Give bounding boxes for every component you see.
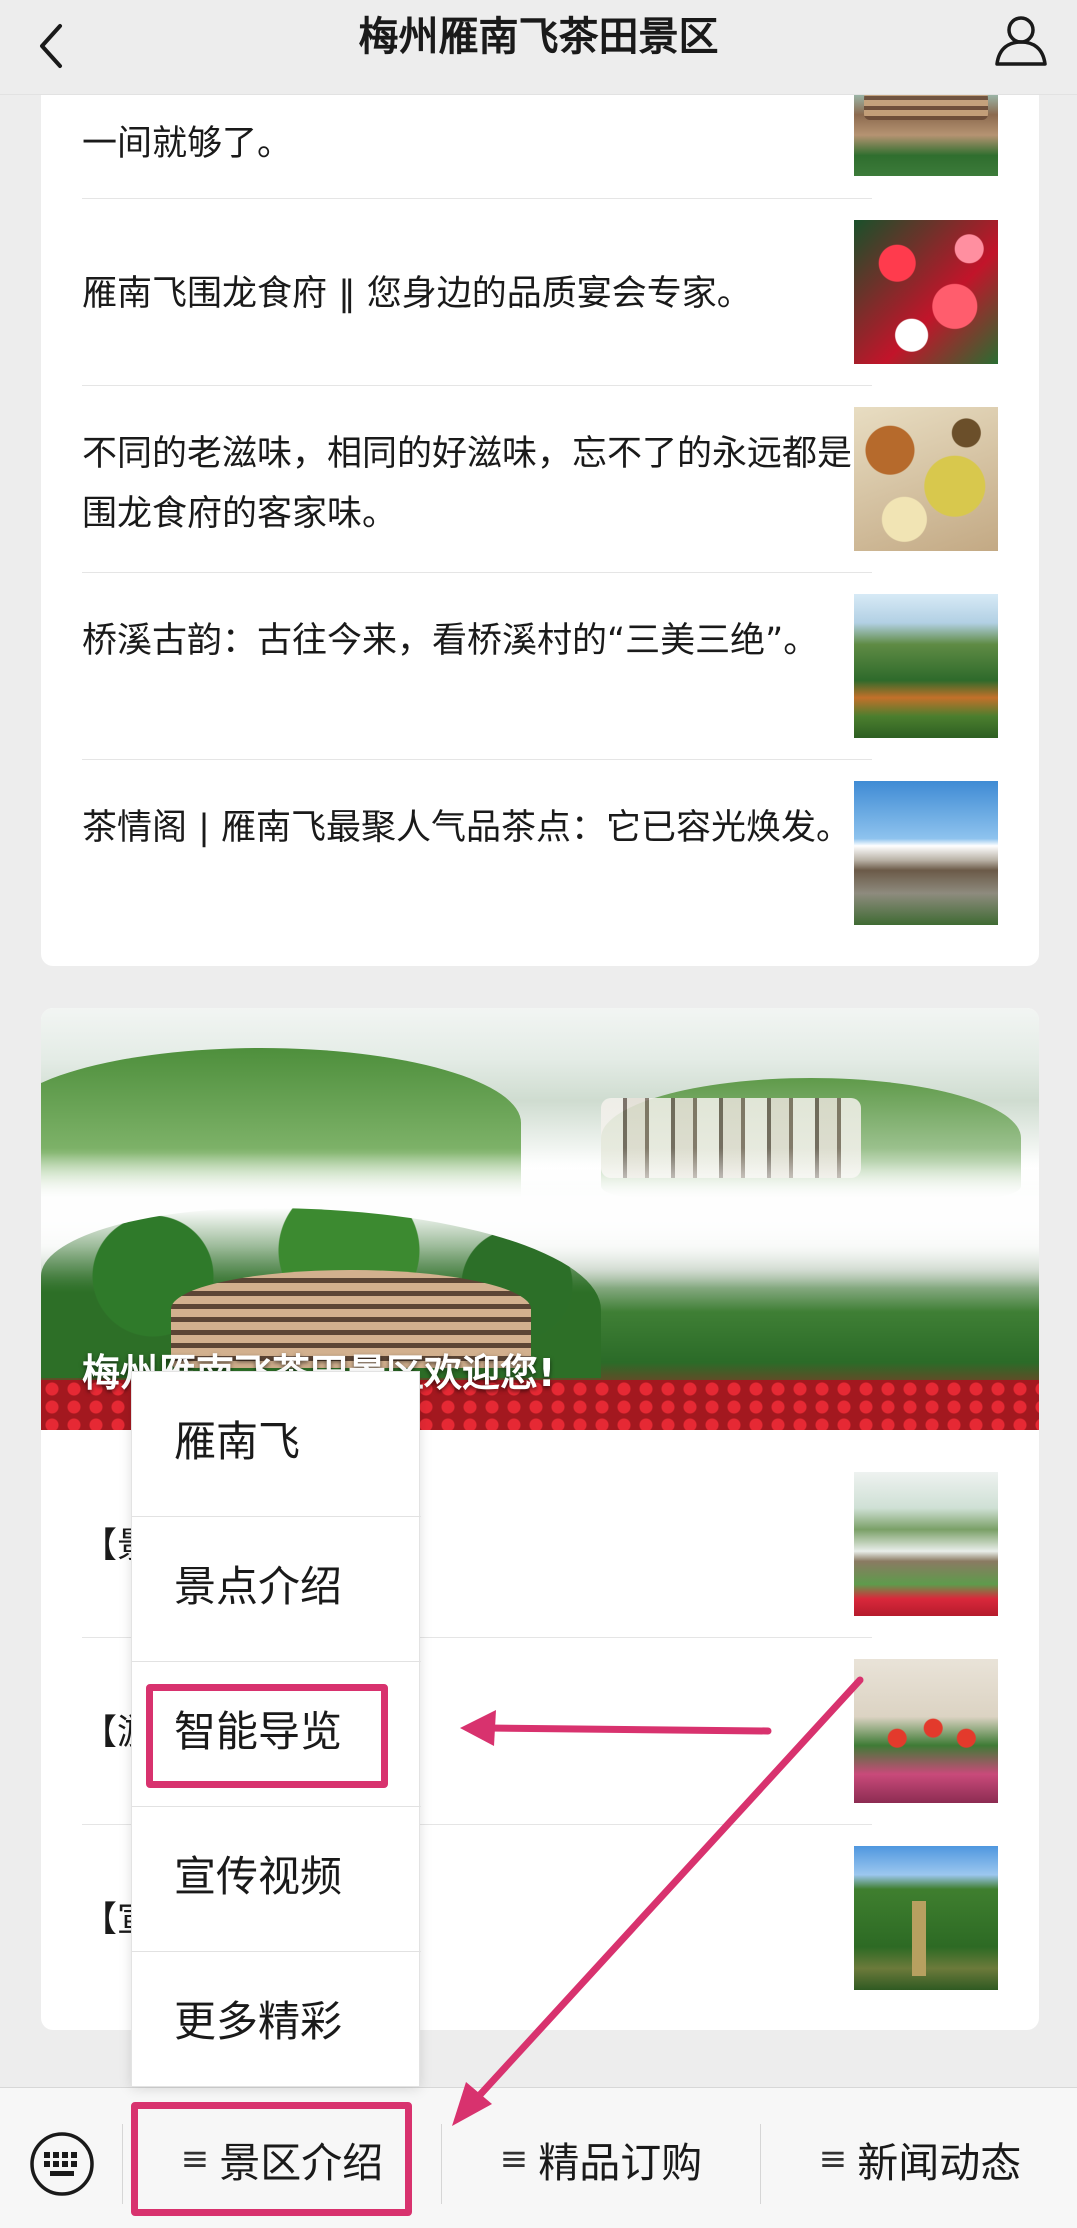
article-thumbnail — [854, 1846, 998, 1990]
banner-image[interactable]: 梅州雁南飞茶田景区欢迎您! — [41, 1008, 1039, 1430]
menu-tab-label: 新闻动态 — [857, 2138, 1022, 2187]
submenu-item-attractions[interactable]: 景点介绍 — [132, 1517, 421, 1662]
navbar: 梅州雁南飞茶田景区 — [0, 0, 1077, 95]
menu-tab-scenic-intro[interactable]: ≡ 景区介绍 — [123, 2088, 441, 2228]
article-title: 雁南飞围龙食府 ‖ 您身边的品质宴会专家。 — [82, 274, 752, 314]
bottom-menu-bar: ≡ 景区介绍 ≡ 精品订购 ≡ 新闻动态 — [0, 2087, 1077, 2228]
article-thumbnail — [854, 407, 998, 551]
divider — [82, 198, 872, 199]
submenu-item-promo-video[interactable]: 宣传视频 — [132, 1807, 421, 1952]
submenu-item-label: 景点介绍 — [174, 1562, 343, 1611]
article-thumbnail — [854, 1472, 998, 1616]
article-list-card: 一间就够了。 雁南飞围龙食府 ‖ 您身边的品质宴会专家。 不同的老滋味，相同的好… — [41, 40, 1039, 966]
user-profile-icon[interactable] — [991, 12, 1051, 68]
submenu-popup: 雁南飞 景点介绍 智能导览 宣传视频 更多精彩 — [131, 1371, 421, 2087]
menu-tab-label: 精品订购 — [538, 2138, 703, 2187]
menu-tab-shop[interactable]: ≡ 精品订购 — [442, 2088, 760, 2228]
article-title: 一间就够了。 — [82, 124, 293, 164]
divider — [82, 759, 872, 760]
page-title: 梅州雁南飞茶田景区 — [358, 14, 719, 60]
article-title: 不同的老滋味，相同的好滋味，忘不了的永远都是围龙食府的客家味。 — [82, 434, 853, 534]
keyboard-icon[interactable] — [28, 2130, 96, 2198]
divider — [82, 572, 872, 573]
menu-tab-news[interactable]: ≡ 新闻动态 — [761, 2088, 1077, 2228]
submenu-item-label: 宣传视频 — [174, 1852, 343, 1901]
submenu-item-label: 智能导览 — [174, 1707, 343, 1756]
article-thumbnail — [854, 1659, 998, 1803]
submenu-item-label: 更多精彩 — [174, 1997, 343, 2046]
article-title: 桥溪古韵：古往今来，看桥溪村的“三美三绝”。 — [82, 621, 819, 661]
menu-icon: ≡ — [818, 2138, 848, 2179]
divider — [82, 385, 872, 386]
menu-icon: ≡ — [499, 2138, 529, 2179]
submenu-item-smart-guide[interactable]: 智能导览 — [132, 1662, 421, 1807]
article-thumbnail — [854, 220, 998, 364]
menu-tab-label: 景区介绍 — [219, 2138, 384, 2187]
submenu-item-more[interactable]: 更多精彩 — [132, 1952, 421, 2097]
menu-icon: ≡ — [180, 2138, 210, 2179]
article-title: 茶情阁 | 雁南飞最聚人气品茶点：它已容光焕发。 — [82, 808, 852, 848]
article-thumbnail — [854, 594, 998, 738]
submenu-item-label: 雁南飞 — [174, 1417, 301, 1466]
submenu-item-yannanfei[interactable]: 雁南飞 — [132, 1372, 421, 1517]
article-thumbnail — [854, 781, 998, 925]
